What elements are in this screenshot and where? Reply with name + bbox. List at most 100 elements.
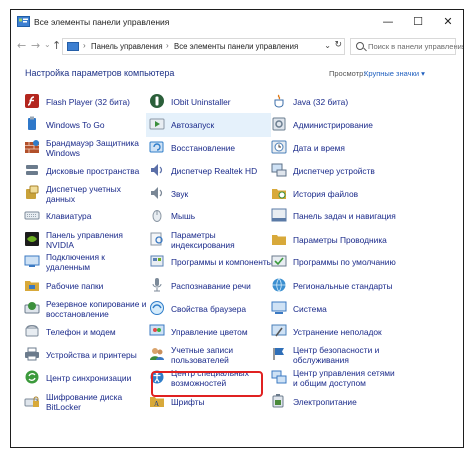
control-panel-item-label: Рабочие папки [46,281,104,291]
bitlocker-icon [24,396,39,407]
control-panel-item-label: Автозапуск [171,120,215,130]
control-panel-item-indexing[interactable]: Параметры индексирования [146,228,271,252]
control-panel-item-label: Шифрование диска BitLocker [46,392,123,412]
control-panel-item-label: Брандмауэр Защитника Windows [46,138,139,158]
control-panel-item-windows-to-go[interactable]: Windows To Go [21,113,146,137]
control-panel-item-label: Клавиатура [46,211,92,221]
control-panel-item-programs-features[interactable]: Программы и компоненты [146,250,273,274]
uninstaller-icon [150,94,164,108]
control-panel-item-label: Администрирование [293,120,373,130]
control-panel-item-label: Система [293,304,327,314]
close-button[interactable]: ✕ [433,10,463,34]
control-panel-item-label: Устройства и принтеры [46,350,137,360]
control-panel-item-default-programs[interactable]: Программы по умолчанию [268,250,396,274]
control-panel-item-label: Windows To Go [46,120,105,130]
forward-button[interactable]: → [31,40,40,52]
printer-icon [25,347,39,361]
color-management-icon [149,324,165,336]
control-panel-icon [17,16,30,27]
control-panel-item-power-options[interactable]: Электропитание [268,390,393,414]
control-panel-item-label: Резервное копирование и восстановление [46,299,147,319]
control-panel-item-region[interactable]: Региональные стандарты [268,274,393,298]
control-panel-item-mouse[interactable]: Мышь [146,204,271,228]
control-panel-item-flash-player[interactable]: Flash Player (32 бита) [21,90,146,114]
control-panel-item-bitlocker[interactable]: Шифрование диска BitLocker [21,390,146,414]
control-panel-item-troubleshooting[interactable]: Устранение неполадок [268,320,393,344]
recent-locations-button[interactable]: ⌄ [44,39,51,51]
phone-icon [25,325,39,337]
control-panel-item-internet-options[interactable]: Свойства браузера [146,297,271,321]
control-panel-item-label: Телефон и модем [46,327,116,337]
user-accounts-icon [150,348,164,360]
control-panel-item-taskbar[interactable]: Панель задач и навигация [268,204,396,228]
control-panel-item-credential-manager[interactable]: Диспетчер учетных данных [21,182,146,206]
control-panel-item-label: Центр безопасности и обслуживания [293,345,380,365]
control-panel-item-autoplay[interactable]: Автозапуск [146,113,271,137]
control-panel-item-device-manager[interactable]: Диспетчер устройств [268,159,393,183]
control-panel-item-iobit-uninstaller[interactable]: IObit Uninstaller [146,90,271,114]
control-panel-item-label: Устранение неполадок [293,327,382,337]
flash-icon [25,94,39,108]
control-panel-item-label: Панель задач и навигация [293,211,396,221]
control-panel-item-recovery[interactable]: Восстановление [146,136,271,160]
control-panel-item-administration[interactable]: Администрирование [268,113,393,137]
credential-icon [26,185,39,199]
control-panel-item-remoteapp[interactable]: Подключения к удаленным [21,250,146,274]
clock-icon [271,140,287,154]
title-bar[interactable]: Все элементы панели управления — ☐ ✕ [11,10,463,34]
control-panel-item-label: Дисковые пространства [46,166,140,176]
control-panel-item-label: История файлов [293,189,359,199]
control-panel-item-phone-modem[interactable]: Телефон и модем [21,320,146,344]
globe-icon [272,278,286,293]
search-input[interactable]: Поиск в панели управления [350,38,463,55]
control-panel-item-sync-center[interactable]: Центр синхронизации [21,366,146,390]
control-panel-item-firewall[interactable]: Брандмауэр Защитника Windows [21,136,146,160]
control-panel-item-file-history[interactable]: История файлов [268,182,393,206]
control-panel-item-label: Flash Player (32 бита) [46,97,130,107]
control-panel-item-label: Восстановление [171,143,236,153]
control-panel-item-color-management[interactable]: Управление цветом [146,320,271,344]
minimize-button[interactable]: — [373,10,403,34]
control-panel-item-network-sharing[interactable]: Центр управления сетями и общим доступом [268,366,395,390]
search-icon [356,42,364,50]
java-icon [274,94,284,108]
control-panel-item-label: Учетные записи пользователей [171,345,234,365]
control-panel-item-sound[interactable]: Звук [146,182,271,206]
control-panel-item-storage-spaces[interactable]: Дисковые пространства [21,159,146,183]
refresh-icon[interactable]: ↻ [334,40,342,50]
control-panel-item-keyboard[interactable]: Клавиатура [21,204,146,228]
control-panel-item-label: Параметры индексирования [171,230,235,250]
chevron-down-icon[interactable]: ⌄ [324,41,331,50]
firewall-icon [25,140,39,153]
keyboard-icon [24,211,40,220]
control-panel-item-nvidia[interactable]: Панель управления NVIDIA [21,228,146,252]
breadcrumb-separator: › [166,41,169,50]
network-icon [271,370,287,384]
control-panel-item-speech-recognition[interactable]: Распознавание речи [146,274,271,298]
realtek-icon [151,164,163,176]
control-panel-item-realtek-hd[interactable]: Диспетчер Realtek HD [146,159,271,183]
control-panel-item-label: Java (32 бита) [293,97,349,107]
control-panel-item-label: Региональные стандарты [293,281,393,291]
control-panel-item-java[interactable]: Java (32 бита) [268,90,393,114]
control-panel-item-label: Параметры Проводника [293,235,387,245]
up-button[interactable]: ↑ [52,40,61,52]
breadcrumb-control-panel[interactable]: Панель управления [91,42,163,51]
control-panel-item-devices-printers[interactable]: Устройства и принтеры [21,343,146,367]
maximize-button[interactable]: ☐ [403,10,433,34]
control-panel-item-explorer-options[interactable]: Параметры Проводника [268,228,393,252]
view-by-dropdown[interactable]: Крупные значки ▾ [364,69,425,78]
control-panel-item-date-time[interactable]: Дата и время [268,136,393,160]
control-panel-window: Все элементы панели управления — ☐ ✕ ← →… [10,9,464,448]
control-panel-item-security-maintenance[interactable]: Центр безопасности и обслуживания [268,343,393,367]
back-button[interactable]: ← [17,40,26,52]
breadcrumb-all-items[interactable]: Все элементы панели управления [174,42,298,51]
recovery-icon [149,141,164,153]
control-panel-item-backup-restore[interactable]: Резервное копирование и восстановление [21,297,146,321]
control-panel-item-work-folders[interactable]: Рабочие папки [21,274,146,298]
address-path-field[interactable]: › Панель управления › Все элементы панел… [62,38,345,55]
system-icon [271,301,287,314]
control-panel-item-system[interactable]: Система [268,297,393,321]
control-panel-item-label: Диспетчер устройств [293,166,375,176]
control-panel-item-user-accounts[interactable]: Учетные записи пользователей [146,343,271,367]
